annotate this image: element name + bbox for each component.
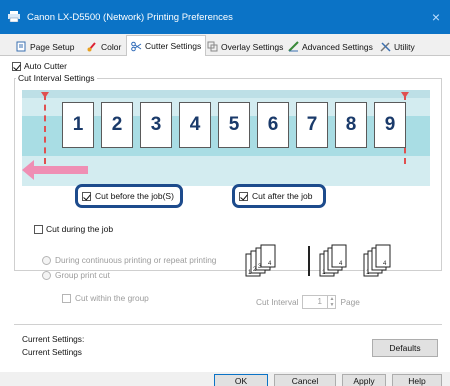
- cut-interval-title: Cut Interval Settings: [16, 73, 97, 83]
- tab-label: Advanced Settings: [302, 41, 373, 52]
- tab-label: Cutter Settings: [145, 41, 202, 51]
- page-sheet: 2: [101, 102, 133, 148]
- cut-after-job-label: Cut after the job: [252, 191, 313, 201]
- illustration-top-stripe: [22, 90, 430, 98]
- cut-interval-control: Cut Interval 1 ▲ ▼ Page: [256, 295, 360, 309]
- radio-button[interactable]: [42, 255, 51, 265]
- cut-before-job-label: Cut before the job(S): [95, 191, 174, 201]
- cancel-button[interactable]: Cancel: [274, 374, 336, 386]
- apply-button[interactable]: Apply: [342, 374, 386, 386]
- checkbox-box[interactable]: [34, 224, 43, 234]
- cut-during-job-checkbox[interactable]: Cut during the job: [34, 224, 113, 234]
- title-bar: Canon LX-D5500 (Network) Printing Prefer…: [0, 0, 450, 34]
- defaults-button[interactable]: Defaults: [372, 339, 438, 357]
- cut-line-end-arrow: [401, 92, 409, 98]
- current-settings-label: Current Settings:: [22, 334, 85, 344]
- tab-overlay-settings[interactable]: Overlay Settings: [203, 37, 287, 56]
- ok-button[interactable]: OK: [214, 374, 268, 386]
- tab-label: Color: [101, 41, 122, 52]
- cut-interval-unit: Page: [340, 297, 360, 307]
- radio-continuous-printing[interactable]: During continuous printing or repeat pri…: [42, 255, 216, 265]
- page-sheet: 3: [140, 102, 172, 148]
- current-settings-value: Current Settings: [22, 347, 82, 357]
- page-stack-illustration-a: 1 2 3 4: [245, 244, 276, 277]
- cut-interval-label: Cut Interval: [256, 297, 299, 307]
- cut-interval-illustration: 1 2 3 4 5 6 7 8 9: [22, 90, 430, 186]
- tab-page-setup[interactable]: Page Setup: [12, 37, 78, 56]
- window-title: Canon LX-D5500 (Network) Printing Prefer…: [27, 12, 233, 23]
- cut-interval-spinbox[interactable]: 1 ▲ ▼: [302, 295, 337, 309]
- section-divider: [14, 324, 442, 325]
- help-button[interactable]: Help: [392, 374, 442, 386]
- page-sheet: 8: [335, 102, 367, 148]
- stack-divider: [308, 246, 310, 276]
- cut-after-job-checkbox[interactable]: Cut after the job: [232, 184, 326, 208]
- page-sheet: 1: [62, 102, 94, 148]
- advanced-settings-icon: [288, 41, 299, 52]
- tab-utility[interactable]: Utility: [376, 37, 419, 56]
- checkbox-box[interactable]: [82, 191, 91, 201]
- printer-icon: [8, 11, 20, 22]
- tab-cutter-settings[interactable]: Cutter Settings: [126, 35, 207, 57]
- page-setup-icon: [16, 41, 26, 52]
- checkbox-box[interactable]: [62, 293, 71, 303]
- spinner-arrows[interactable]: ▲ ▼: [327, 296, 335, 308]
- page-sheet: 6: [257, 102, 289, 148]
- radio-button[interactable]: [42, 270, 51, 280]
- overlay-icon: [207, 41, 218, 52]
- tab-advanced-settings[interactable]: Advanced Settings: [284, 37, 377, 56]
- tab-label: Utility: [394, 41, 415, 52]
- page-sheet: 9: [374, 102, 406, 148]
- page-sheet: 4: [179, 102, 211, 148]
- page-stack-illustration-b: 1 4: [319, 244, 347, 277]
- scissors-icon: [131, 41, 142, 51]
- cutter-settings-panel: Auto Cutter Cut Interval Settings 1 2 3 …: [0, 56, 450, 386]
- feed-direction-arrow: [28, 166, 88, 174]
- page-sheet: 5: [218, 102, 250, 148]
- checkbox-box[interactable]: [12, 61, 21, 71]
- cut-line-start-arrow: [41, 92, 49, 98]
- color-brush-icon: [87, 42, 96, 52]
- tab-label: Overlay Settings: [221, 41, 284, 52]
- utility-tools-icon: [380, 42, 391, 52]
- radio-label: During continuous printing or repeat pri…: [55, 255, 217, 265]
- cut-before-job-checkbox[interactable]: Cut before the job(S): [75, 184, 183, 208]
- checkbox-box[interactable]: [239, 191, 248, 201]
- cut-within-group-label: Cut within the group: [75, 293, 149, 303]
- page-stack-illustration-c: 1 4: [363, 244, 391, 277]
- auto-cutter-checkbox[interactable]: Auto Cutter: [12, 61, 67, 71]
- spinner-down-icon[interactable]: ▼: [329, 302, 334, 308]
- cut-during-job-label: Cut during the job: [46, 224, 114, 234]
- page-sheet: 7: [296, 102, 328, 148]
- close-button[interactable]: ×: [432, 9, 440, 25]
- tab-bar: Page Setup Color Cutter Settings Overlay…: [0, 34, 450, 57]
- tab-color[interactable]: Color: [83, 37, 125, 56]
- cut-interval-value: 1: [317, 297, 322, 306]
- tab-label: Page Setup: [30, 41, 75, 52]
- radio-label: Group print cut: [55, 270, 110, 280]
- radio-group-print-cut[interactable]: Group print cut: [42, 270, 110, 280]
- cut-line-start: [44, 94, 46, 164]
- auto-cutter-label: Auto Cutter: [24, 61, 67, 71]
- cut-within-group-checkbox[interactable]: Cut within the group: [62, 293, 149, 303]
